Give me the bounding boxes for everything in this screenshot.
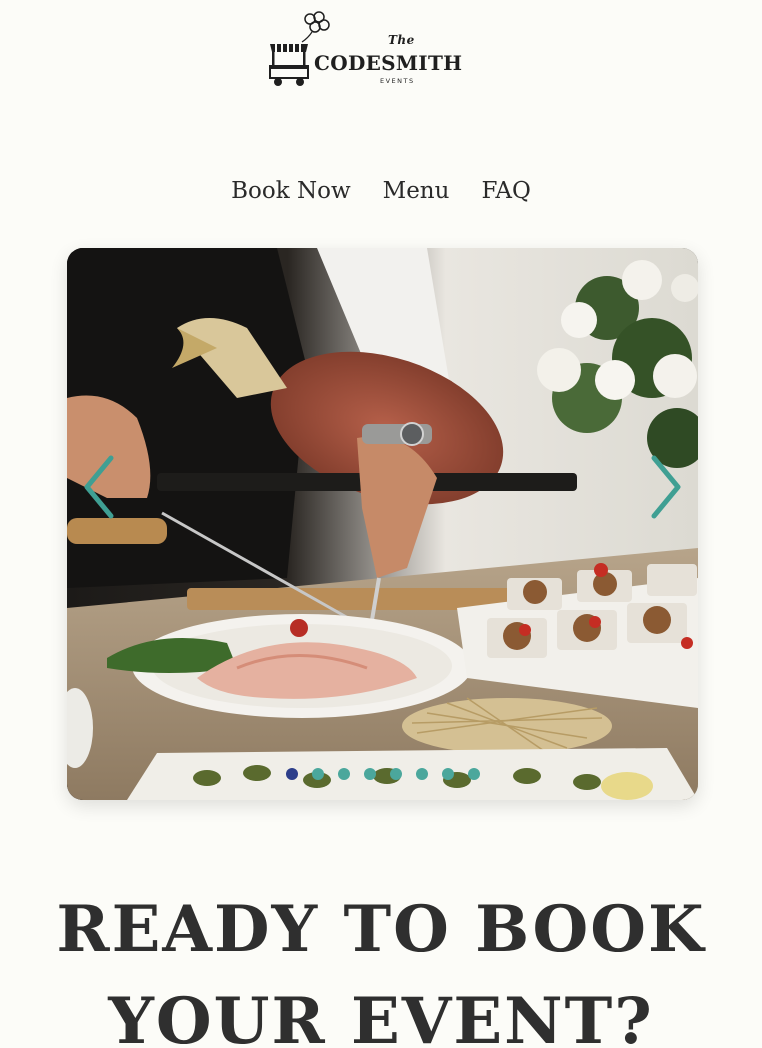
nav-menu[interactable]: Menu bbox=[383, 178, 450, 204]
catering-spread-photo bbox=[67, 248, 698, 800]
main-nav: Book Now Menu FAQ bbox=[0, 178, 762, 204]
food-cart-balloons-icon bbox=[269, 11, 330, 86]
carousel-dot-2[interactable] bbox=[311, 768, 324, 780]
carousel-dots bbox=[67, 768, 698, 780]
carousel-dot-4[interactable] bbox=[363, 768, 376, 780]
carousel-dot-3[interactable] bbox=[337, 768, 350, 780]
heading-line-2: YOUR EVENT? bbox=[108, 984, 654, 1048]
nav-book-now[interactable]: Book Now bbox=[231, 178, 351, 204]
logo-the-text: The bbox=[388, 33, 415, 47]
logo-sub-text: EVENTS bbox=[380, 77, 415, 85]
ready-to-book-heading: READY TO BOOK YOUR EVENT? bbox=[0, 884, 762, 1048]
carousel-dot-8[interactable] bbox=[467, 768, 480, 780]
carousel-dot-1[interactable] bbox=[285, 768, 298, 780]
carousel-dot-7[interactable] bbox=[441, 768, 454, 780]
site-logo[interactable]: The CODESMITH EVENTS bbox=[268, 10, 498, 90]
hero-carousel bbox=[67, 248, 698, 800]
logo-name-text: CODESMITH bbox=[314, 51, 463, 75]
carousel-dot-6[interactable] bbox=[415, 768, 428, 780]
nav-faq[interactable]: FAQ bbox=[481, 178, 530, 204]
heading-line-1: READY TO BOOK bbox=[56, 892, 706, 967]
page: The CODESMITH EVENTS Book Now Menu FAQ R… bbox=[0, 0, 762, 1048]
chevron-right-icon[interactable] bbox=[642, 452, 686, 522]
chevron-left-icon[interactable] bbox=[79, 452, 123, 522]
carousel-dot-5[interactable] bbox=[389, 768, 402, 780]
